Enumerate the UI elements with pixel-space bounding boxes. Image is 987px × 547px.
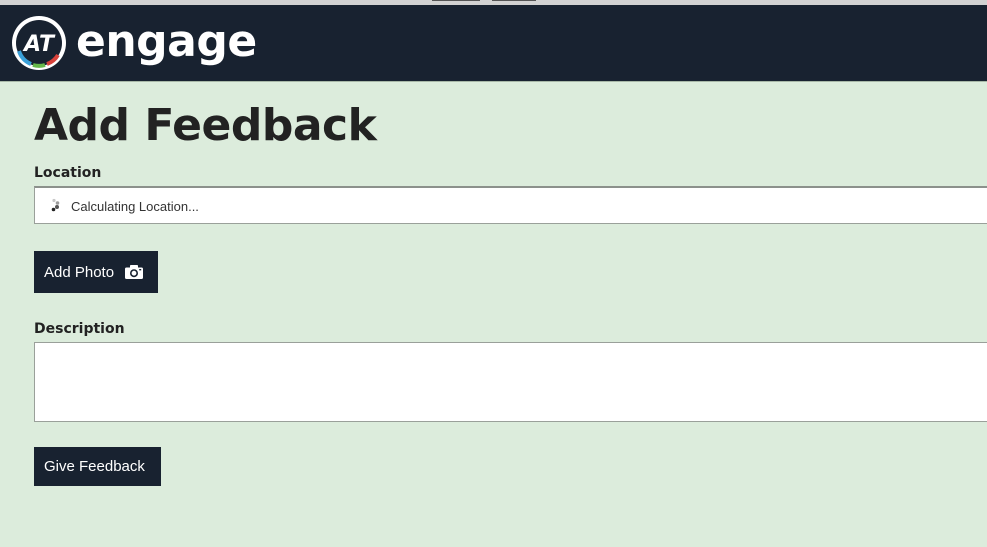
location-label: Location [34, 165, 102, 181]
spinner-icon [51, 198, 60, 212]
add-photo-label: Add Photo [44, 263, 115, 281]
browser-tab-edge [432, 0, 480, 1]
page-title: Add Feedback [34, 100, 377, 151]
at-logo[interactable]: AT [11, 15, 67, 71]
logo-text: AT [22, 32, 56, 57]
brand-name: engage [76, 16, 257, 67]
location-field[interactable]: Calculating Location... [34, 186, 987, 224]
app-header: AT engage [0, 5, 987, 82]
description-textarea[interactable] [34, 342, 987, 422]
browser-tab-edge [492, 0, 536, 1]
give-feedback-button[interactable]: Give Feedback [34, 447, 161, 486]
description-label: Description [34, 321, 125, 337]
add-photo-button[interactable]: Add Photo [34, 251, 158, 293]
location-status: Calculating Location... [71, 199, 199, 214]
camera-icon [125, 265, 144, 279]
